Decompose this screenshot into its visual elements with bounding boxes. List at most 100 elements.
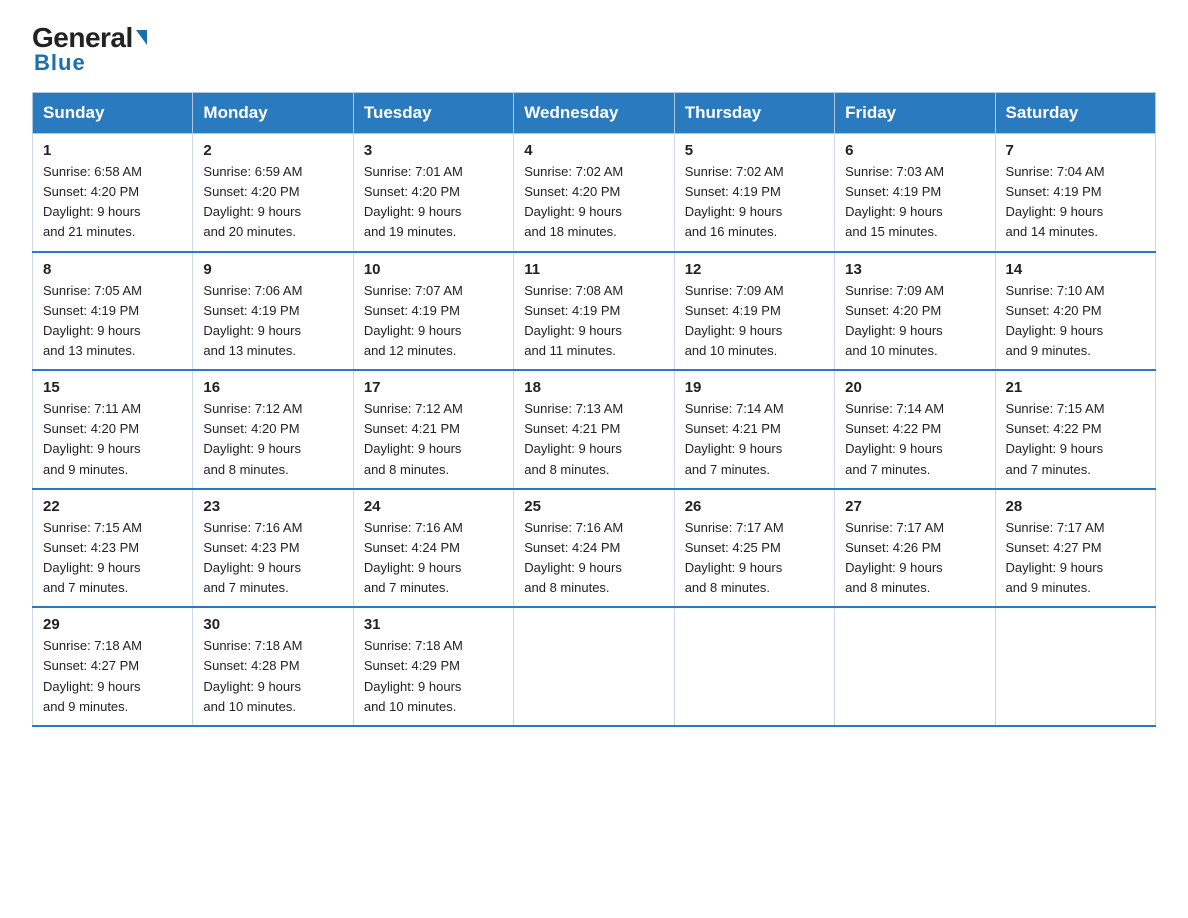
calendar-cell: 14 Sunrise: 7:10 AM Sunset: 4:20 PM Dayligh… (995, 252, 1155, 371)
daylight-minutes: and 14 minutes. (1006, 224, 1099, 239)
sunset-label: Sunset: 4:19 PM (203, 303, 299, 318)
daylight-label: Daylight: 9 hours (845, 560, 943, 575)
day-info: Sunrise: 7:09 AMSunset: 4:19 PMDaylight:… (685, 281, 824, 362)
day-number: 15 (43, 379, 182, 396)
day-number: 11 (524, 261, 663, 278)
day-info: Sunrise: 7:14 AMSunset: 4:22 PMDaylight:… (845, 399, 984, 480)
calendar-cell: 20Sunrise: 7:14 AMSunset: 4:22 PMDayligh… (835, 370, 995, 489)
day-number: 12 (685, 261, 824, 278)
day-number: 8 (43, 261, 182, 278)
sunrise-label: Sunrise: 7:18 AM (203, 638, 302, 653)
sunrise-label: Sunrise: 7:06 AM (203, 283, 302, 298)
calendar-header-row: SundayMondayTuesdayWednesdayThursdayFrid… (33, 93, 1156, 134)
sunset-label: Sunset: 4:26 PM (845, 540, 941, 555)
day-number: 21 (1006, 379, 1145, 396)
sunrise-label: Sunrise: 7:17 AM (845, 520, 944, 535)
calendar-cell: 29Sunrise: 7:18 AMSunset: 4:27 PMDayligh… (33, 607, 193, 726)
daylight-minutes: and 7 minutes. (364, 580, 449, 595)
daylight-minutes: and 21 minutes. (43, 224, 136, 239)
daylight-label: Daylight: 9 hours (1006, 323, 1104, 338)
day-info: Sunrise: 6:59 AMSunset: 4:20 PMDaylight:… (203, 162, 342, 243)
day-number: 24 (364, 498, 503, 515)
daylight-minutes: and 10 minutes. (685, 343, 778, 358)
calendar-cell: 18Sunrise: 7:13 AMSunset: 4:21 PMDayligh… (514, 370, 674, 489)
day-info: Sunrise: 7:16 AMSunset: 4:24 PMDaylight:… (524, 518, 663, 599)
calendar-cell: 17Sunrise: 7:12 AMSunset: 4:21 PMDayligh… (353, 370, 513, 489)
daylight-label: Daylight: 9 hours (685, 323, 783, 338)
sunset-label: Sunset: 4:19 PM (685, 184, 781, 199)
daylight-label: Daylight: 9 hours (43, 441, 141, 456)
daylight-minutes: and 9 minutes. (1006, 343, 1091, 358)
sunrise-label: Sunrise: 7:01 AM (364, 164, 463, 179)
sunrise-label: Sunrise: 6:59 AM (203, 164, 302, 179)
daylight-label: Daylight: 9 hours (364, 441, 462, 456)
day-number: 7 (1006, 142, 1145, 159)
daylight-minutes: and 10 minutes. (364, 699, 457, 714)
sunset-label: Sunset: 4:20 PM (203, 421, 299, 436)
daylight-label: Daylight: 9 hours (845, 323, 943, 338)
daylight-label: Daylight: 9 hours (43, 204, 141, 219)
daylight-minutes: and 15 minutes. (845, 224, 938, 239)
sunset-label: Sunset: 4:20 PM (43, 184, 139, 199)
daylight-label: Daylight: 9 hours (524, 560, 622, 575)
day-info: Sunrise: 7:12 AMSunset: 4:21 PMDaylight:… (364, 399, 503, 480)
daylight-label: Daylight: 9 hours (524, 441, 622, 456)
calendar-cell: 23Sunrise: 7:16 AMSunset: 4:23 PMDayligh… (193, 489, 353, 608)
calendar-cell: 13Sunrise: 7:09 AMSunset: 4:20 PMDayligh… (835, 252, 995, 371)
daylight-minutes: and 8 minutes. (685, 580, 770, 595)
day-number: 14 (1006, 261, 1145, 278)
calendar-cell: 4Sunrise: 7:02 AMSunset: 4:20 PMDaylight… (514, 134, 674, 252)
sunrise-label: Sunrise: 7:07 AM (364, 283, 463, 298)
day-number: 29 (43, 616, 182, 633)
sunrise-label: Sunrise: 7:14 AM (685, 401, 784, 416)
day-info: Sunrise: 7:04 AMSunset: 4:19 PMDaylight:… (1006, 162, 1145, 243)
sunrise-label: Sunrise: 7:16 AM (364, 520, 463, 535)
week-row-4: 22Sunrise: 7:15 AMSunset: 4:23 PMDayligh… (33, 489, 1156, 608)
sunset-label: Sunset: 4:22 PM (1006, 421, 1102, 436)
calendar-cell: 31Sunrise: 7:18 AMSunset: 4:29 PMDayligh… (353, 607, 513, 726)
sunrise-label: Sunrise: 7:17 AM (685, 520, 784, 535)
day-number: 31 (364, 616, 503, 633)
day-info: Sunrise: 7:06 AM Sunset: 4:19 PM Daylight:… (203, 281, 342, 362)
sunset-label: Sunset: 4:20 PM (524, 184, 620, 199)
day-number: 19 (685, 379, 824, 396)
sunrise-label: Sunrise: 7:08 AM (524, 283, 623, 298)
daylight-label: Daylight: 9 hours (203, 323, 301, 338)
calendar-cell: 19Sunrise: 7:14 AMSunset: 4:21 PMDayligh… (674, 370, 834, 489)
sunset-label: Sunset: 4:20 PM (845, 303, 941, 318)
calendar-cell (514, 607, 674, 726)
daylight-label: Daylight: 9 hours (1006, 560, 1104, 575)
calendar-cell: 6Sunrise: 7:03 AMSunset: 4:19 PMDaylight… (835, 134, 995, 252)
sunset-label: Sunset: 4:19 PM (364, 303, 460, 318)
daylight-minutes: and 13 minutes. (203, 343, 296, 358)
week-row-1: 1Sunrise: 6:58 AMSunset: 4:20 PMDaylight… (33, 134, 1156, 252)
day-info: Sunrise: 7:09 AMSunset: 4:20 PMDaylight:… (845, 281, 984, 362)
sunrise-label: Sunrise: 7:15 AM (43, 520, 142, 535)
page-header: General Blue (32, 24, 1156, 76)
daylight-minutes: and 10 minutes. (845, 343, 938, 358)
daylight-minutes: and 8 minutes. (845, 580, 930, 595)
calendar-cell: 3Sunrise: 7:01 AMSunset: 4:20 PMDaylight… (353, 134, 513, 252)
calendar-cell: 27Sunrise: 7:17 AMSunset: 4:26 PMDayligh… (835, 489, 995, 608)
sunset-label: Sunset: 4:19 PM (845, 184, 941, 199)
week-row-5: 29Sunrise: 7:18 AMSunset: 4:27 PMDayligh… (33, 607, 1156, 726)
daylight-minutes: and 8 minutes. (524, 462, 609, 477)
daylight-label: Daylight: 9 hours (1006, 204, 1104, 219)
day-number: 2 (203, 142, 342, 159)
daylight-label: Daylight: 9 hours (685, 204, 783, 219)
sunrise-label: Sunrise: 7:02 AM (524, 164, 623, 179)
daylight-label: Daylight: 9 hours (845, 204, 943, 219)
day-number: 28 (1006, 498, 1145, 515)
sunset-label: Sunset: 4:20 PM (364, 184, 460, 199)
sunset-label: Sunset: 4:29 PM (364, 658, 460, 673)
calendar-cell: 26Sunrise: 7:17 AMSunset: 4:25 PMDayligh… (674, 489, 834, 608)
sunrise-label: Sunrise: 7:16 AM (203, 520, 302, 535)
sunset-label: Sunset: 4:20 PM (1006, 303, 1102, 318)
day-number: 16 (203, 379, 342, 396)
calendar-cell: 8Sunrise: 7:05 AMSunset: 4:19 PMDaylight… (33, 252, 193, 371)
calendar-cell: 12 Sunrise: 7:09 AMSunset: 4:19 PMDayligh… (674, 252, 834, 371)
calendar-cell: 10Sunrise: 7:07 AMSunset: 4:19 PMDayligh… (353, 252, 513, 371)
sunrise-label: Sunrise: 7:10 AM (1006, 283, 1105, 298)
sunset-label: Sunset: 4:19 PM (685, 303, 781, 318)
sunrise-label: Sunrise: 7:03 AM (845, 164, 944, 179)
